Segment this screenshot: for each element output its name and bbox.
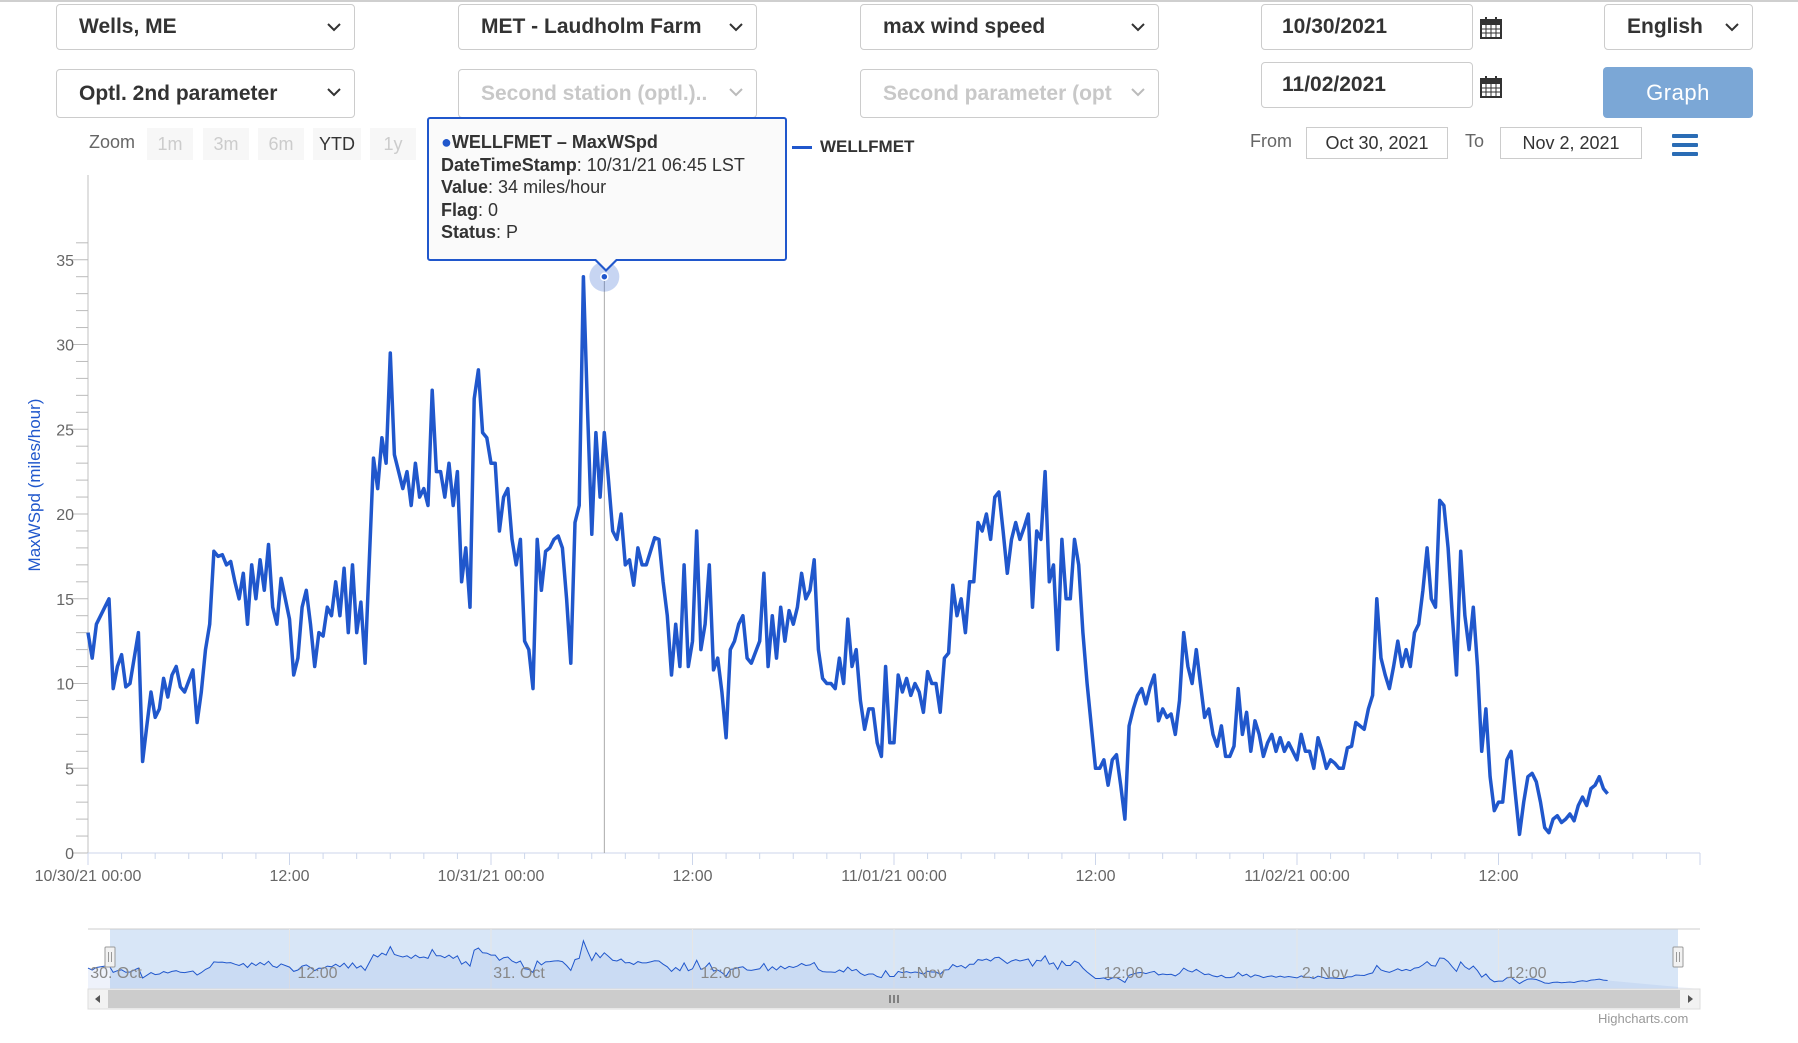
- y-tick-label: 20: [56, 507, 74, 524]
- navigator-label: 12:00: [1103, 965, 1143, 982]
- tooltip-pointer-inner: [595, 258, 617, 269]
- tooltip-value-row: Value: 34 miles/hour: [441, 177, 607, 197]
- chart-credits[interactable]: Highcharts.com: [1598, 1011, 1688, 1026]
- tooltip-flag-row: Flag: 0: [441, 199, 499, 220]
- tooltip-flag-label: Flag: [441, 199, 479, 220]
- navigator-label: 1. Nov: [899, 965, 945, 982]
- tooltip-bullet: ●: [441, 132, 452, 152]
- x-tick-label: 10/31/21 00:00: [438, 868, 545, 885]
- navigator-label: 30. Oct: [90, 965, 142, 982]
- tooltip-series-name: WELLFMET – MaxWSpd: [451, 132, 658, 152]
- x-axis: 10/30/21 00:00 12:00 10/31/21 00:00 12:00 11…: [35, 852, 1701, 885]
- x-tick-label: 11/02/21 00:00: [1244, 868, 1350, 885]
- y-axis-title: MaxWSpd (miles/hour): [25, 399, 44, 572]
- x-tick-label: 10/30/21 00:00: [35, 868, 142, 885]
- y-tick-label: 10: [56, 677, 74, 694]
- tooltip-timestamp-value: 10/31/21 06:45 LST: [586, 154, 745, 175]
- y-tick-label: 35: [56, 253, 74, 270]
- navigator-handle-right[interactable]: [1672, 946, 1684, 968]
- tooltip-value-label: Value: [441, 177, 489, 197]
- tooltip: ●WELLFMET – MaxWSpd DateTimeStamp: 10/31…: [427, 117, 787, 261]
- series-line-wellfmet[interactable]: [86, 274, 1609, 837]
- navigator-label: 31. Oct: [493, 965, 545, 982]
- x-tick-label: 11/01/21 00:00: [841, 868, 947, 885]
- y-axis: 0 5 10 15 20 25 30 35: [56, 175, 89, 863]
- chart-area[interactable]: 0 5 10 15 20 25 30 35 10/30/21 00:00 12:00 10/31/…: [0, 0, 1798, 1043]
- y-tick-label: 0: [65, 846, 74, 863]
- y-tick-label: 15: [56, 592, 74, 609]
- navigator-label: 12:00: [297, 965, 337, 982]
- tooltip-series: ●WELLFMET – MaxWSpd: [441, 131, 773, 154]
- y-tick-label: 30: [56, 338, 74, 355]
- tooltip-status-value: P: [506, 222, 519, 242]
- y-tick-label: 25: [56, 422, 74, 439]
- navigator[interactable]: 30. Oct 12:00 31. Oct 12:00 1. Nov 12:00 2. No…: [87, 928, 1701, 1010]
- x-tick-label: 12:00: [672, 868, 712, 885]
- x-tick-label: 12:00: [269, 868, 309, 885]
- x-tick-label: 12:00: [1478, 868, 1518, 885]
- tooltip-timestamp-row: DateTimeStamp: 10/31/21 06:45 LST: [441, 154, 745, 175]
- tooltip-timestamp-label: DateTimeStamp: [441, 154, 577, 175]
- navigator-label: 12:00: [700, 965, 740, 982]
- tooltip-flag-value: 0: [488, 199, 499, 220]
- navigator-label: 12:00: [1506, 965, 1546, 982]
- hover-marker: [600, 272, 609, 281]
- navigator-handle-left[interactable]: [104, 946, 116, 968]
- x-tick-label: 12:00: [1075, 868, 1115, 885]
- tooltip-status-row: Status: P: [441, 222, 519, 242]
- tooltip-value-value: 34 miles/hour: [498, 177, 607, 197]
- tooltip-status-label: Status: [441, 222, 497, 242]
- y-tick-label: 5: [65, 761, 74, 778]
- navigator-label: 2. Nov: [1302, 965, 1348, 982]
